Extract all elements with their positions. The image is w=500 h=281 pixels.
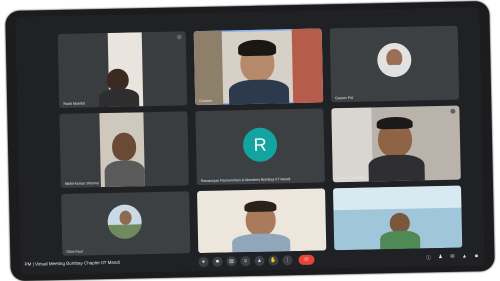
mic-muted-icon bbox=[450, 108, 456, 114]
info-icon[interactable]: ⓘ bbox=[424, 253, 432, 261]
mic-button[interactable]: ● bbox=[198, 256, 209, 268]
present-button[interactable]: ▲ bbox=[254, 255, 265, 266]
participant-video bbox=[58, 31, 188, 108]
participant-video bbox=[197, 188, 326, 254]
meeting-title: Virtual Meeting Bombay Chapter IIT Mandi bbox=[34, 259, 120, 267]
emoji-button[interactable]: ☺ bbox=[240, 256, 251, 267]
participant-name: Nikhil Kumar Sharma bbox=[64, 181, 99, 186]
meeting-details: PM | Virtual Meeting Bombay Chapter IIT … bbox=[24, 260, 119, 267]
chat-icon[interactable]: ✉ bbox=[448, 253, 456, 261]
participant-name: Gaurav Pal bbox=[335, 95, 354, 101]
raise-hand-button[interactable]: ✋ bbox=[268, 255, 279, 266]
participant-tile-4[interactable]: Nikhil Kumar Sharma bbox=[59, 111, 189, 188]
activities-icon[interactable]: ▲ bbox=[460, 252, 468, 260]
participant-name: Goutam bbox=[199, 98, 212, 104]
end-call-button[interactable]: ☏ bbox=[298, 254, 315, 266]
participant-name: Sourav Chatterjee bbox=[336, 175, 366, 181]
participant-tile-2[interactable]: Goutam bbox=[193, 28, 324, 106]
participant-video bbox=[59, 111, 189, 188]
participant-video bbox=[193, 28, 324, 106]
participant-name: Oliva Kaul bbox=[66, 249, 83, 254]
participant-avatar-letter: R bbox=[242, 127, 278, 163]
meet-window: Swati Mandal Goutam Gaurav Pal Nikhil Ku… bbox=[15, 7, 485, 275]
phone-hangup-icon: ☏ bbox=[303, 256, 310, 263]
participant-tile-6[interactable]: Sourav Chatterjee bbox=[331, 105, 461, 183]
participant-video bbox=[333, 185, 462, 251]
participant-tile-7[interactable]: Oliva Kaul bbox=[61, 191, 191, 256]
mic-muted-icon bbox=[176, 34, 182, 40]
participant-tile-8[interactable] bbox=[197, 188, 327, 254]
participant-tile-1[interactable]: Swati Mandal bbox=[57, 31, 188, 108]
people-icon[interactable]: ♟ bbox=[436, 253, 444, 261]
more-options-button[interactable]: ⋮ bbox=[282, 255, 293, 266]
participant-name: Ramanujan Ramamohan & Members Bombay IIT… bbox=[200, 177, 291, 184]
participant-tile-9[interactable] bbox=[333, 185, 463, 251]
captions-button[interactable]: ▤ bbox=[226, 256, 237, 267]
meeting-time: PM bbox=[24, 261, 32, 267]
monitor-frame: Swati Mandal Goutam Gaurav Pal Nikhil Ku… bbox=[5, 0, 495, 281]
participant-avatar bbox=[107, 204, 143, 239]
participant-tile-3[interactable]: Gaurav Pal bbox=[329, 25, 460, 103]
participant-avatar bbox=[376, 42, 412, 78]
lock-icon[interactable]: ■ bbox=[472, 252, 480, 260]
participant-video bbox=[331, 106, 461, 183]
participant-name: Swati Mandal bbox=[63, 101, 85, 106]
participant-tile-5[interactable]: R Ramanujan Ramamohan & Members Bombay I… bbox=[195, 108, 325, 186]
camera-button[interactable]: ■ bbox=[212, 256, 223, 267]
